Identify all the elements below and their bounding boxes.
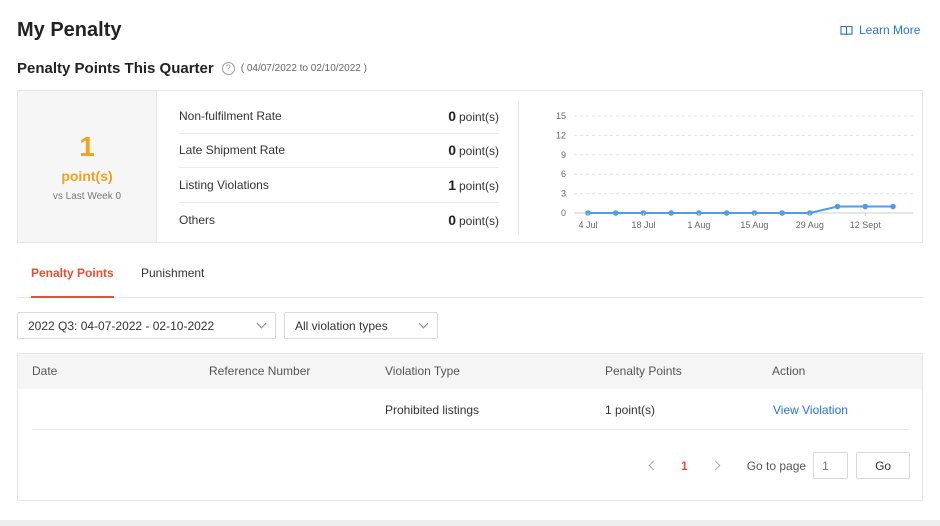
y-tick-label: 15: [556, 111, 566, 121]
total-points-box: 1 point(s) vs Last Week 0: [18, 91, 157, 242]
help-icon[interactable]: ?: [221, 62, 235, 75]
y-tick-label: 3: [561, 189, 566, 199]
metric-value: 0 point(s): [448, 142, 499, 159]
page-title: My Penalty: [17, 19, 122, 41]
period-select-value: 2022 Q3: 04-07-2022 - 02-10-2022: [28, 318, 215, 333]
cell-penalty-points: 1 point(s): [605, 403, 656, 417]
chevron-down-icon: [418, 318, 429, 329]
next-page-icon[interactable]: [710, 460, 721, 471]
previous-page-icon[interactable]: [648, 460, 659, 471]
x-tick-label: 15 Aug: [740, 220, 768, 230]
table-row: Prohibited listings 1 point(s) View Viol…: [32, 390, 908, 430]
summary-divider: [518, 101, 519, 234]
total-points-value: 1: [79, 131, 95, 162]
data-point: [668, 210, 674, 216]
goto-page-input[interactable]: [813, 452, 849, 479]
violation-type-select-value: All violation types: [295, 318, 388, 333]
y-tick-label: 6: [561, 169, 566, 179]
column-header-violation-type: Violation Type: [385, 364, 460, 378]
metric-label: Late Shipment Rate: [179, 143, 286, 158]
pagination: 1 Go to page Go: [648, 452, 911, 479]
cell-violation-type: Prohibited listings: [385, 403, 480, 417]
data-point: [862, 203, 869, 210]
column-header-penalty-points: Penalty Points: [605, 364, 682, 378]
metric-value: 0 point(s): [448, 107, 499, 124]
column-header-action: Action: [772, 364, 806, 378]
penalty-trend-chart: 15 12 9 6 3 0 4 Jul 18 Jul 1 Aug 15 Aug 29 Aug 12 S…: [556, 111, 913, 230]
quarter-header: Penalty Points This Quarter ? ( 04/07/20…: [17, 60, 367, 77]
penalty-table: Date Reference Number Violation Type Pen…: [17, 353, 923, 501]
tab-penalty-points[interactable]: Penalty Points: [31, 253, 114, 298]
quarter-title: Penalty Points This Quarter: [17, 60, 214, 77]
violation-type-select[interactable]: All violation types: [284, 312, 438, 339]
x-tick-label: 12 Sept: [850, 220, 882, 230]
total-points-unit: point(s): [61, 168, 113, 184]
tab-punishment[interactable]: Punishment: [141, 253, 204, 298]
weekly-comparison: vs Last Week 0: [52, 191, 122, 202]
metric-label: Others: [179, 212, 216, 227]
series-line: [588, 205, 893, 214]
learn-more-link[interactable]: Learn More: [840, 23, 920, 37]
x-tick-label: 18 Jul: [631, 220, 655, 230]
data-point: [834, 203, 841, 210]
metric-row: Late Shipment Rate 0 point(s): [179, 134, 499, 168]
metric-list: Non-fulfilment Rate 0 point(s) Late Shipm…: [179, 99, 499, 237]
bottom-divider: [0, 520, 940, 526]
penalty-summary-card: 1 point(s) vs Last Week 0 Non-fulfilment…: [17, 90, 923, 243]
view-violation-link[interactable]: View Violation: [773, 390, 848, 430]
y-tick-label: 0: [561, 208, 566, 218]
metric-row: Non-fulfilment Rate 0 point(s): [179, 99, 499, 134]
data-point: [779, 210, 785, 216]
book-icon: [840, 25, 853, 36]
table-header: Date Reference Number Violation Type Pen…: [18, 354, 922, 389]
chevron-down-icon: [256, 318, 267, 329]
x-tick-label: 29 Aug: [796, 220, 824, 230]
metric-label: Listing Violations: [179, 177, 269, 192]
period-select[interactable]: 2022 Q3: 04-07-2022 - 02-10-2022: [17, 312, 276, 339]
metric-label: Non-fulfilment Rate: [179, 108, 282, 123]
column-header-reference: Reference Number: [209, 364, 311, 378]
x-tick-label: 4 Jul: [578, 220, 597, 230]
x-tick-label: 1 Aug: [687, 220, 710, 230]
data-point: [890, 203, 896, 210]
quarter-date-range: ( 04/07/2022 to 02/10/2022 ): [240, 63, 367, 74]
y-tick-label: 9: [561, 150, 566, 160]
y-tick-label: 12: [556, 130, 566, 140]
go-button[interactable]: Go: [856, 452, 911, 479]
learn-more-label: Learn More: [859, 23, 921, 37]
page-number-current[interactable]: 1: [681, 459, 688, 473]
metric-value: 1 point(s): [448, 176, 499, 193]
penalty-tabs: Penalty Points Punishment: [17, 253, 923, 298]
goto-page-label: Go to page: [746, 458, 807, 473]
metric-value: 0 point(s): [448, 211, 499, 228]
metric-row: Others 0 point(s): [179, 203, 499, 238]
data-point: [723, 210, 730, 216]
data-point: [612, 210, 619, 216]
column-header-date: Date: [32, 364, 58, 378]
metric-row: Listing Violations 1 point(s): [179, 168, 499, 203]
